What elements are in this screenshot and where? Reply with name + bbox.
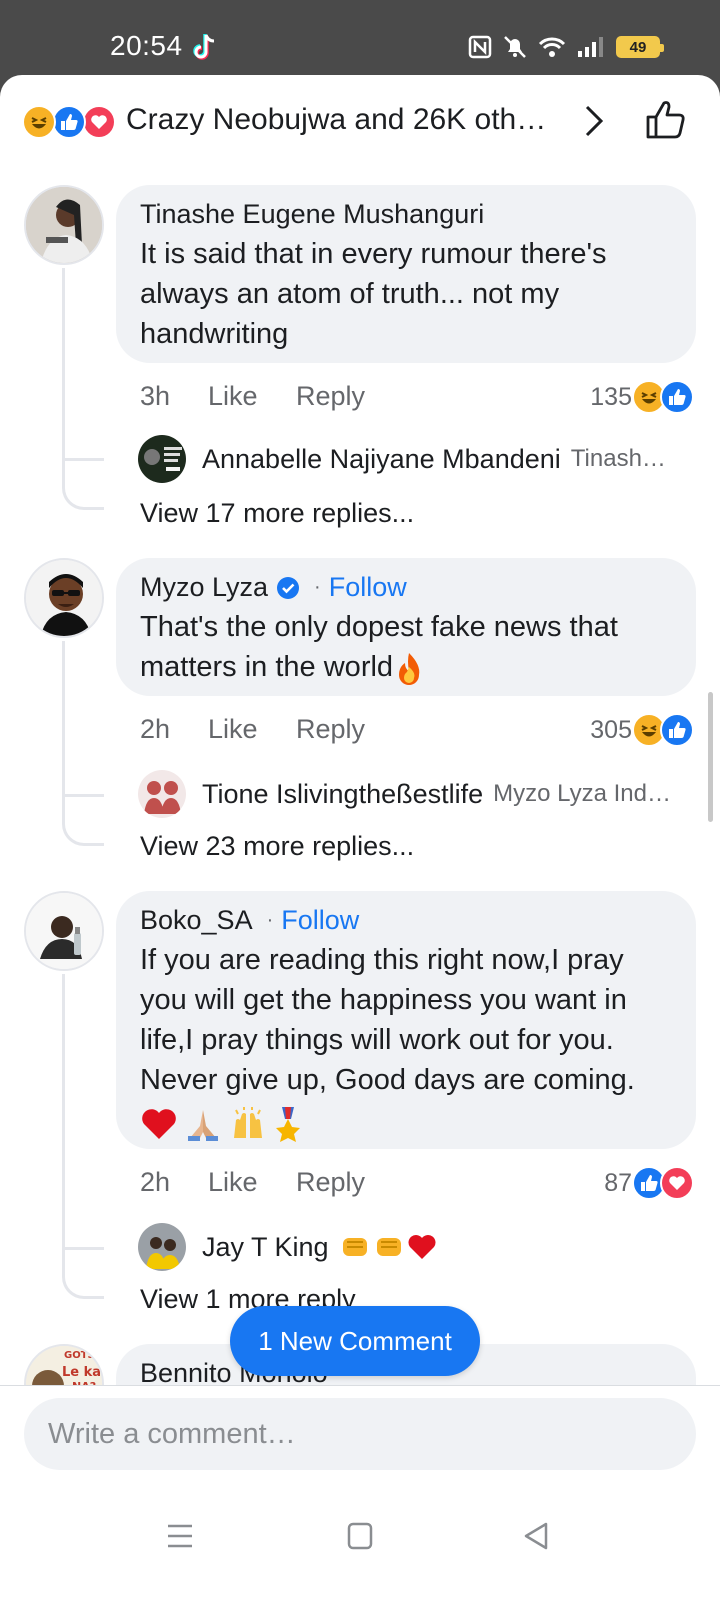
- reply-snippet: Myzo Lyza Ind…: [493, 780, 671, 807]
- system-nav-bar: [0, 1506, 720, 1566]
- comment-actions: 3h Like Reply: [140, 381, 365, 421]
- comment-author[interactable]: Boko_SA: [140, 905, 253, 936]
- wifi-icon: [538, 37, 566, 57]
- comment-time: 2h: [140, 1167, 171, 1197]
- like-button[interactable]: Like: [208, 714, 296, 754]
- comment-text: It is said that in every rumour there's …: [140, 238, 607, 350]
- composer-area: [0, 1385, 720, 1600]
- thread-branch: [62, 794, 104, 797]
- reply-avatar: [138, 1223, 186, 1271]
- reactions-summary[interactable]: Crazy Neobujwa and 26K oth…: [126, 103, 556, 137]
- thread-branch: [62, 458, 104, 461]
- separator-dot: ·: [314, 576, 321, 598]
- comment-emojis: [140, 1104, 672, 1144]
- avatar-text-2: Le kae: [62, 1365, 104, 1380]
- reply-button[interactable]: Reply: [296, 714, 365, 754]
- comment-bubble[interactable]: Myzo Lyza · Follow That's the only dopes…: [116, 558, 696, 696]
- avatar[interactable]: [24, 891, 104, 971]
- comment-author[interactable]: Tinashe Eugene Mushanguri: [140, 199, 484, 230]
- reaction-count-number: 135: [590, 382, 632, 411]
- comment-text: If you are reading this right now,I pray…: [140, 944, 635, 1096]
- heart-emoji-icon: [408, 1235, 436, 1259]
- haha-icon: [22, 105, 56, 139]
- reaction-count[interactable]: 135: [590, 377, 694, 417]
- reply-author: Jay T King: [202, 1231, 329, 1262]
- view-more-replies[interactable]: View 17 more replies...: [140, 498, 414, 529]
- view-more-replies[interactable]: View 23 more replies...: [140, 831, 414, 862]
- reply-avatar: [138, 435, 186, 483]
- like-icon: [660, 713, 694, 747]
- reaction-count[interactable]: 87: [604, 1163, 694, 1203]
- comment-item: Tinashe Eugene Mushanguri It is said tha…: [0, 183, 720, 528]
- reply-author: Annabelle Najiyane Mbandeni: [202, 443, 561, 474]
- reply-emojis: [339, 1232, 437, 1262]
- header-reactions: [22, 105, 122, 139]
- signal-icon: [578, 37, 603, 57]
- scrollbar[interactable]: [708, 692, 713, 822]
- reply-button[interactable]: Reply: [296, 381, 365, 421]
- comments-sheet: Crazy Neobujwa and 26K oth… Tinashe Euge…: [0, 75, 720, 1600]
- comment-actions: 2h Like Reply: [140, 714, 365, 754]
- reactions-header[interactable]: Crazy Neobujwa and 26K oth…: [0, 75, 720, 165]
- fire-emoji-icon: [399, 653, 420, 686]
- nfc-icon: [468, 35, 492, 59]
- thread-line: [62, 974, 104, 1299]
- back-icon[interactable]: [516, 1518, 556, 1554]
- thread-branch: [62, 1247, 104, 1250]
- chevron-right-icon[interactable]: [582, 103, 606, 139]
- reply-preview[interactable]: Jay T King: [138, 1222, 698, 1272]
- reply-preview[interactable]: Tione Islivingtheßestlife Myzo Lyza Ind…: [138, 769, 698, 819]
- comment-bubble[interactable]: Boko_SA · Follow If you are reading this…: [116, 891, 696, 1149]
- like-button[interactable]: Like: [208, 1167, 296, 1207]
- fist-emoji-icon: [342, 1238, 367, 1256]
- menu-icon[interactable]: [160, 1518, 200, 1554]
- new-comment-button[interactable]: 1 New Comment: [230, 1306, 480, 1376]
- fist-emoji-icon: [376, 1238, 401, 1256]
- heart-emoji-icon: [142, 1109, 176, 1139]
- avatar[interactable]: [24, 185, 104, 265]
- avatar[interactable]: [24, 558, 104, 638]
- home-icon[interactable]: [340, 1518, 380, 1554]
- mute-icon: [504, 36, 526, 58]
- praying-hands-emoji-icon: [188, 1110, 218, 1141]
- reply-snippet: Tinash…: [570, 445, 666, 472]
- comment-actions: 2h Like Reply: [140, 1167, 365, 1207]
- reply-author: Tione Islivingtheßestlife: [202, 778, 484, 809]
- tiktok-icon: [193, 34, 215, 60]
- raising-hands-emoji-icon: [234, 1107, 262, 1138]
- reply-button[interactable]: Reply: [296, 1167, 365, 1207]
- comment-input[interactable]: [24, 1398, 696, 1470]
- follow-button[interactable]: Follow: [329, 572, 407, 603]
- verified-badge-icon: [277, 576, 300, 599]
- avatar-text-1: GOTSO: [64, 1350, 103, 1361]
- like-button[interactable]: Like: [208, 381, 296, 421]
- reply-avatar: [138, 770, 186, 818]
- like-icon: [52, 105, 86, 139]
- battery-icon: 49: [616, 36, 664, 58]
- comment-time: 3h: [140, 381, 171, 411]
- status-icons: 49: [468, 32, 664, 62]
- reaction-count-number: 305: [590, 715, 632, 744]
- love-icon: [82, 105, 116, 139]
- status-time: 20:54: [110, 30, 183, 61]
- reaction-count[interactable]: 305: [590, 710, 694, 750]
- comment-text-body: That's the only dopest fake news that ma…: [140, 611, 618, 683]
- love-icon: [660, 1166, 694, 1200]
- comment-item: Myzo Lyza · Follow That's the only dopes…: [0, 556, 720, 896]
- comment-item: Boko_SA · Follow If you are reading this…: [0, 889, 720, 1319]
- comment-bubble[interactable]: Tinashe Eugene Mushanguri It is said tha…: [116, 185, 696, 363]
- reply-preview[interactable]: Annabelle Najiyane Mbandeni Tinash…: [138, 434, 698, 484]
- like-icon: [660, 380, 694, 414]
- medal-emoji-icon: [276, 1107, 300, 1142]
- follow-button[interactable]: Follow: [281, 905, 359, 936]
- separator-dot: ·: [266, 909, 274, 931]
- comment-text: That's the only dopest fake news that ma…: [140, 607, 672, 687]
- comment-time: 2h: [140, 714, 171, 744]
- thread-line: [62, 641, 104, 846]
- like-outline-icon[interactable]: [644, 97, 688, 141]
- reaction-count-number: 87: [604, 1168, 632, 1197]
- status-bar: 20:54 49: [0, 0, 720, 75]
- comment-author[interactable]: Myzo Lyza: [140, 572, 268, 603]
- thread-line: [62, 268, 104, 510]
